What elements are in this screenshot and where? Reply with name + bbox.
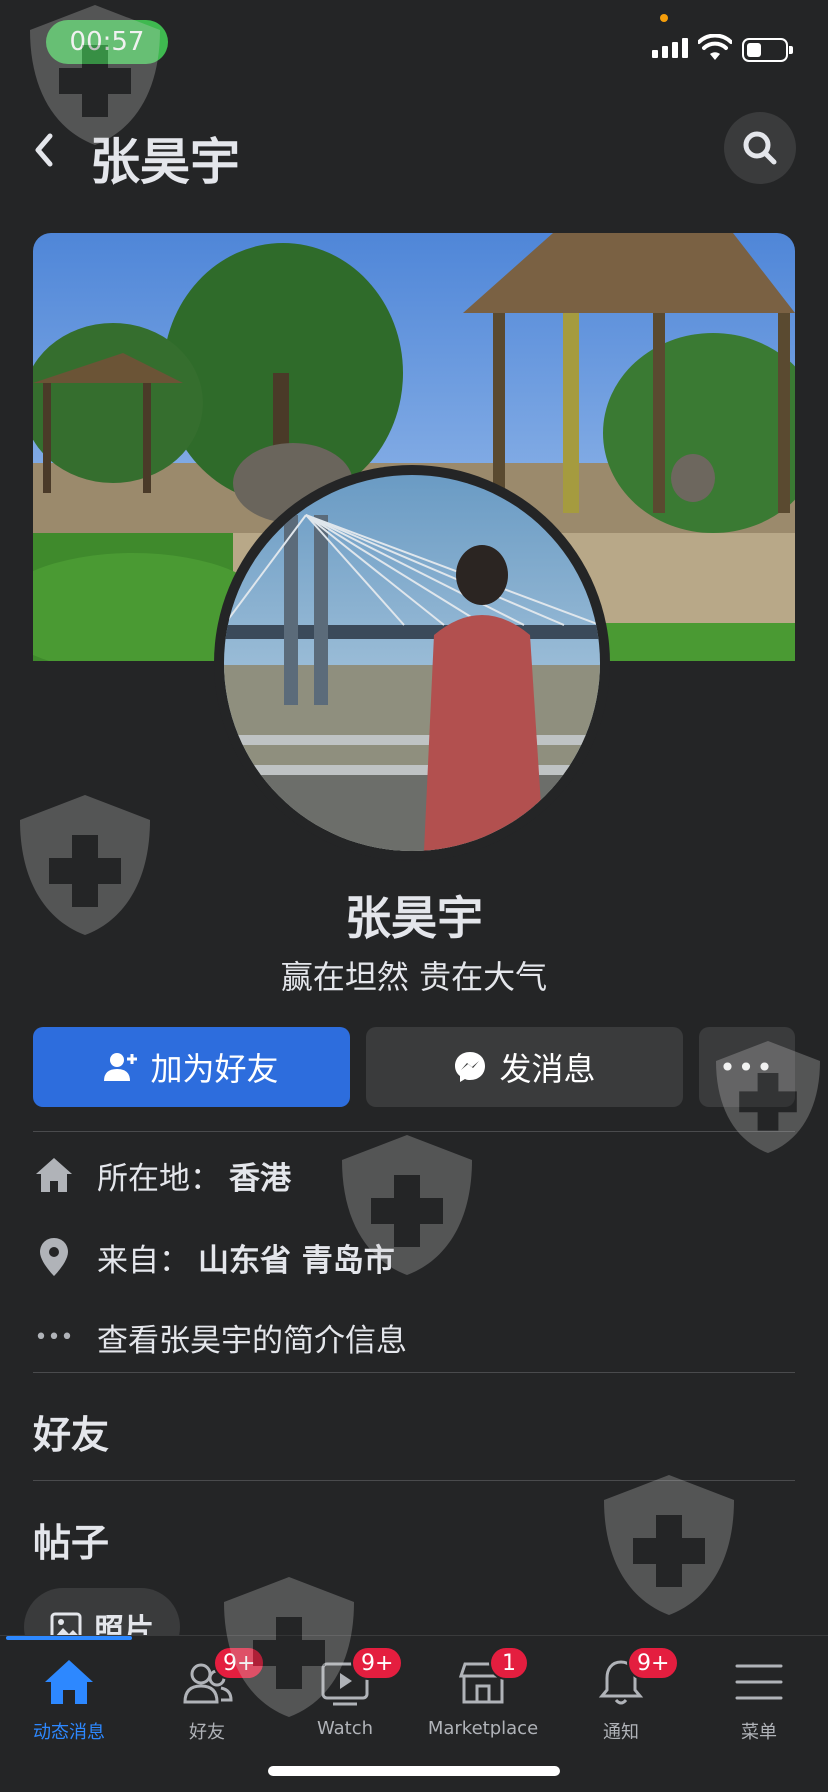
status-bar: 00:57 (0, 0, 828, 90)
hometown-value: 山东省 青岛市 (198, 1242, 395, 1279)
more-options-button[interactable]: ••• (699, 1027, 795, 1107)
messenger-icon (455, 1052, 486, 1082)
search-icon (743, 131, 777, 165)
hometown-label: 来自： (97, 1242, 190, 1279)
menu-icon (735, 1664, 783, 1700)
location-value: 香港 (229, 1160, 291, 1197)
divider (33, 1372, 795, 1373)
watch-badge: 9+ (351, 1646, 404, 1680)
message-button[interactable]: 发消息 (366, 1027, 683, 1107)
tab-label: Watch (316, 1718, 374, 1739)
add-friend-button[interactable]: 加为好友 (33, 1027, 350, 1107)
info-location: 所在地： 香港 (33, 1145, 795, 1205)
page-header: 张昊宇 (0, 100, 828, 200)
tab-news-feed[interactable]: 动态消息 (0, 1654, 138, 1764)
watermark-shield-icon (604, 1475, 734, 1615)
search-button[interactable] (724, 112, 796, 184)
section-posts: 帖子 (33, 1521, 110, 1565)
home-indicator (268, 1766, 560, 1776)
more-icon: ••• (719, 1050, 775, 1084)
status-time: 00:57 (46, 20, 168, 64)
profile-bio: 赢在坦然 贵在大气 (280, 958, 548, 996)
add-friend-label: 加为好友 (150, 1050, 279, 1088)
add-friend-icon (104, 1053, 138, 1081)
friends-badge: 9+ (213, 1646, 266, 1680)
dots-icon: ••• (34, 1324, 74, 1350)
back-arrow-icon[interactable] (30, 130, 60, 170)
page-title: 张昊宇 (90, 133, 240, 191)
tab-marketplace[interactable]: 1 Marketplace (414, 1646, 552, 1764)
message-label: 发消息 (499, 1050, 596, 1088)
tab-friends[interactable]: 9+ 好友 (138, 1646, 276, 1764)
divider (33, 1131, 795, 1132)
tab-menu[interactable]: 菜单 (690, 1654, 828, 1764)
tab-label: 好友 (189, 1722, 225, 1743)
avatar-image (224, 475, 600, 851)
tab-watch[interactable]: 9+ Watch (276, 1646, 414, 1764)
tab-label: 菜单 (741, 1722, 777, 1743)
active-tab-indicator (6, 1636, 132, 1640)
location-pin-icon (40, 1238, 68, 1276)
profile-name: 张昊宇 (345, 891, 483, 945)
tab-label: 通知 (603, 1722, 639, 1743)
divider (33, 1480, 795, 1481)
tab-label: Marketplace (427, 1718, 539, 1739)
profile-actions: 加为好友 发消息 ••• (33, 1027, 795, 1107)
location-label: 所在地： (97, 1160, 221, 1197)
tab-label: 动态消息 (33, 1722, 105, 1743)
battery-icon (742, 38, 793, 62)
profile-avatar[interactable] (214, 465, 610, 861)
notifications-badge: 9+ (627, 1646, 680, 1680)
home-icon (36, 1158, 72, 1192)
section-friends[interactable]: 好友 (33, 1404, 109, 1459)
home-icon (45, 1660, 93, 1704)
about-link-label: 查看张昊宇的简介信息 (97, 1322, 407, 1359)
cellular-signal-icon (652, 38, 688, 58)
info-hometown: 来自： 山东省 青岛市 (33, 1227, 795, 1287)
privacy-indicator (660, 14, 668, 22)
wifi-icon (698, 34, 732, 60)
about-link[interactable]: ••• 查看张昊宇的简介信息 (33, 1307, 795, 1367)
marketplace-badge: 1 (489, 1646, 529, 1680)
tab-notifications[interactable]: 9+ 通知 (552, 1646, 690, 1764)
